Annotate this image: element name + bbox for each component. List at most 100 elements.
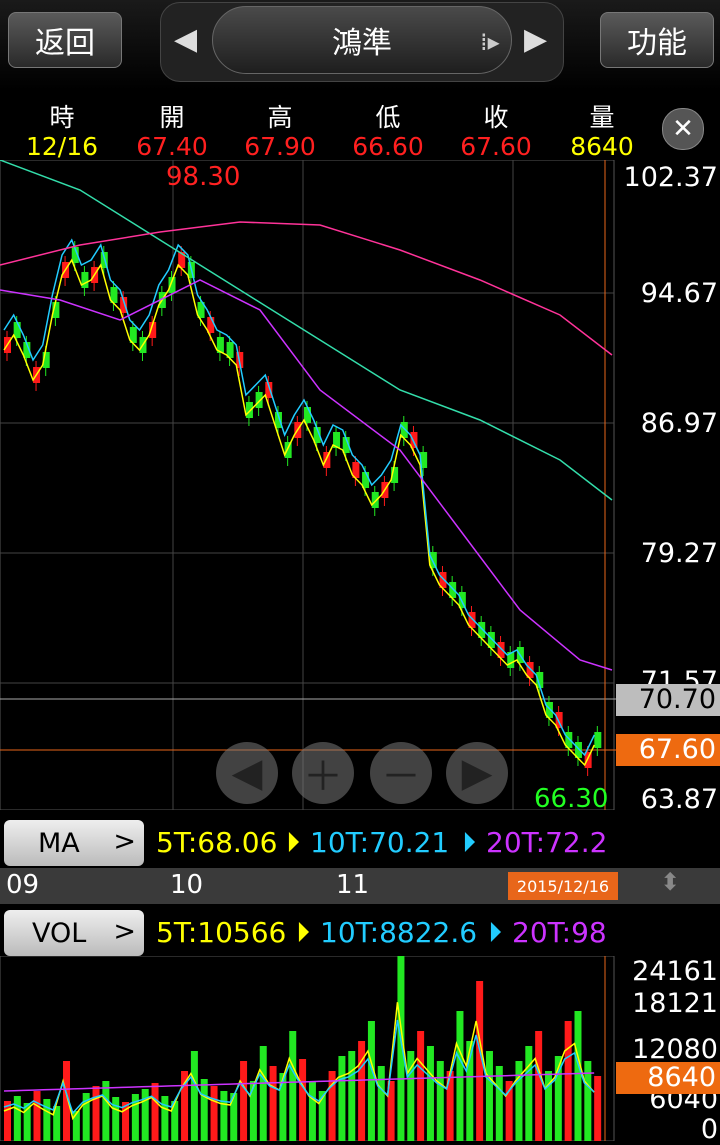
vol-row: VOL > 5T:10566 ⏵ 10T:8822.6 ⏵ 20T:98 <box>0 906 720 956</box>
vol-bar-57 <box>564 1021 572 1141</box>
vol-bar-25 <box>249 1081 257 1141</box>
date-label-09: 09 <box>6 870 40 900</box>
date-label-10: 10 <box>170 870 204 900</box>
vol-bar-34 <box>338 1056 346 1141</box>
prev-stock-icon[interactable]: ◀ <box>174 22 197 57</box>
vol-bar-50 <box>495 1066 503 1141</box>
y-tick-2: 94.67 <box>640 278 718 309</box>
vol-bar-21 <box>210 1086 218 1141</box>
ma20-value: 20T:72.2 <box>486 826 608 859</box>
last-price-tag: 67.60 <box>616 734 720 766</box>
vol-tick-5: 0 <box>700 1114 718 1145</box>
ma-row: MA > 5T:68.06 ⏵ 10T:70.21 ⏵ 20T:72.2 <box>0 816 720 866</box>
quote-head-open: 開 <box>159 103 185 132</box>
ma10-marker-icon: ⏵ <box>462 826 477 859</box>
ma-button-label: MA <box>38 828 80 859</box>
candle-body-38 <box>371 492 379 508</box>
stock-list-icon[interactable]: ⁞▸ <box>480 28 500 56</box>
chevron-right-icon: > <box>113 916 136 947</box>
chevron-right-icon: > <box>113 826 136 857</box>
quote-value-open: 67.40 <box>136 132 208 161</box>
vol-bar-37 <box>367 1021 375 1141</box>
vol10-value: 10T:8822.6 <box>320 916 478 949</box>
ma-button[interactable]: MA > <box>4 820 144 866</box>
quote-value-low: 66.60 <box>352 132 424 161</box>
vol-bar-44 <box>436 1061 444 1141</box>
date-axis: 09 10 11 2015/12/16 ⬍ <box>0 868 720 904</box>
zoom-in-icon[interactable]: ＋ <box>292 742 354 804</box>
candle-body-25 <box>245 402 253 418</box>
ma60-line <box>0 160 613 501</box>
price-chart[interactable] <box>0 160 720 810</box>
close-icon[interactable]: ✕ <box>662 108 704 150</box>
quote-head-high: 高 <box>267 103 293 132</box>
quote-value-volume: 8640 <box>570 132 634 161</box>
vol-bar-46 <box>456 1011 464 1141</box>
vol20-value: 20T:98 <box>512 916 607 949</box>
vol-bar-1 <box>13 1096 21 1141</box>
ma5-marker-icon: ⏵ <box>286 826 301 859</box>
ref-price-tag: 70.70 <box>616 684 720 716</box>
vol-tick-1: 24161 <box>632 956 718 987</box>
ma5-value: 5T:68.06 <box>156 826 278 859</box>
vol-bar-29 <box>289 1031 297 1141</box>
resize-handle-icon[interactable]: ⬍ <box>660 868 680 896</box>
vol5-value: 5T:10566 <box>156 916 287 949</box>
vol-bar-10 <box>102 1081 110 1141</box>
candle-body-8 <box>81 272 89 288</box>
ma10-value: 10T:70.21 <box>310 826 450 859</box>
next-stock-icon[interactable]: ▶ <box>524 22 547 57</box>
y-tick-1: 102.37 <box>623 162 718 193</box>
vol-button[interactable]: VOL > <box>4 910 144 956</box>
date-label-11: 11 <box>336 870 370 900</box>
vol-bar-58 <box>574 1011 582 1141</box>
vol-bar-53 <box>525 1046 533 1141</box>
stock-name-button[interactable]: 鴻準 <box>212 6 512 74</box>
quote-head-time: 時 <box>49 103 75 132</box>
y-tick-3: 86.97 <box>640 408 718 439</box>
vol-bar-42 <box>417 1031 425 1141</box>
candle-body-61 <box>594 732 602 748</box>
back-label: 返回 <box>35 26 95 61</box>
vol-bar-20 <box>200 1079 208 1141</box>
quote-panel: 時 12/16 開 67.40 高 67.90 低 66.60 收 67.60 … <box>0 92 720 162</box>
back-button[interactable]: 返回 <box>8 12 122 68</box>
vol10-marker-icon: ⏵ <box>488 916 503 949</box>
stock-name: 鴻準 <box>332 26 392 61</box>
vol-bar-16 <box>161 1096 169 1141</box>
vol-bar-11 <box>112 1097 120 1141</box>
ma120-line <box>0 221 613 356</box>
scroll-right-icon[interactable]: ▶ <box>446 742 508 804</box>
vol-bar-52 <box>515 1061 523 1141</box>
quote-head-low: 低 <box>375 103 401 132</box>
vol-bar-3 <box>33 1091 41 1141</box>
vol-bar-7 <box>72 1111 80 1141</box>
vol-button-label: VOL <box>32 918 87 949</box>
vol-bar-38 <box>377 1066 385 1141</box>
current-date-badge: 2015/12/16 <box>508 872 618 900</box>
vol-tick-3: 12080 <box>632 1034 718 1065</box>
y-tick-6: 63.87 <box>640 784 718 815</box>
function-button[interactable]: 功能 <box>600 12 714 68</box>
vol-tick-2: 18121 <box>632 988 718 1019</box>
min-price-label: 66.30 <box>534 784 609 814</box>
scroll-left-icon[interactable]: ◀ <box>216 742 278 804</box>
vol-bar-27 <box>269 1066 277 1141</box>
vol-bar-26 <box>259 1046 267 1141</box>
vol-bar-4 <box>43 1099 51 1141</box>
ma20-line <box>0 279 613 671</box>
vol-bar-15 <box>151 1083 159 1141</box>
quote-value-close: 67.60 <box>460 132 532 161</box>
function-label: 功能 <box>627 26 687 61</box>
vol-bar-31 <box>308 1081 316 1141</box>
zoom-out-icon[interactable]: － <box>370 742 432 804</box>
y-tick-4: 79.27 <box>640 538 718 569</box>
vol-bar-24 <box>240 1061 248 1141</box>
vol-bar-22 <box>220 1091 228 1141</box>
vol-bar-9 <box>92 1086 100 1141</box>
vol-bar-54 <box>535 1031 543 1141</box>
vol-bar-49 <box>485 1051 493 1141</box>
vol-bar-43 <box>426 1046 434 1141</box>
last-volume-tag: 8640 <box>616 1062 720 1094</box>
vol5-marker-icon: ⏵ <box>296 916 311 949</box>
